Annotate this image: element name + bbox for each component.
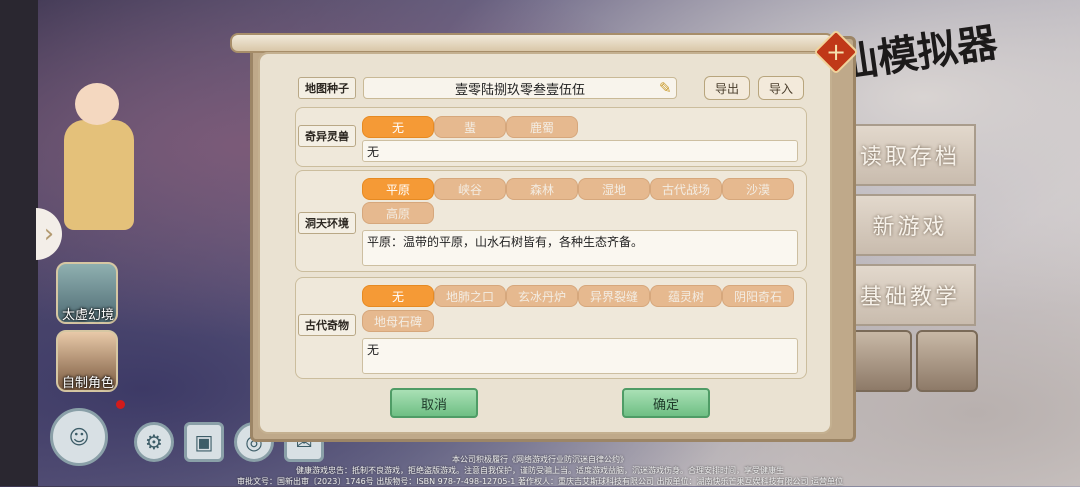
environment-option[interactable]: 沙漠 bbox=[722, 178, 794, 200]
relic-option[interactable]: 无 bbox=[362, 285, 434, 307]
new-game-button[interactable]: 新游戏 bbox=[844, 194, 976, 256]
notification-dot bbox=[116, 400, 125, 409]
relic-option[interactable]: 地母石碑 bbox=[362, 310, 434, 332]
footer-line: 审批文号：国新出审〔2023〕1746号 出版物号：ISBN 978-7-498… bbox=[236, 477, 844, 486]
map-seed-field[interactable]: 壹零陆捌玖零叁壹伍伍 bbox=[363, 77, 677, 99]
relic-option[interactable]: 阴阳奇石 bbox=[722, 285, 794, 307]
footer-legal: 本公司积极履行《网络游戏行业防沉迷自律公约》 健康游戏忠告：抵制不良游戏，拒绝盗… bbox=[180, 454, 900, 487]
temple-icon[interactable] bbox=[916, 330, 978, 392]
tutorial-button[interactable]: 基础教学 bbox=[844, 264, 976, 326]
side-item-label-realm: 太虚幻境 bbox=[61, 308, 114, 323]
character-face-art bbox=[75, 83, 119, 125]
cancel-button[interactable]: 取消 bbox=[390, 388, 478, 418]
settings-gear-icon[interactable]: ⚙ bbox=[134, 422, 174, 462]
beast-option[interactable]: 蜚 bbox=[434, 116, 506, 138]
environment-label: 洞天环境 bbox=[298, 212, 356, 234]
environment-option[interactable]: 平原 bbox=[362, 178, 434, 200]
left-edge bbox=[0, 0, 38, 486]
dialog-scroll-bar bbox=[230, 33, 834, 53]
beast-label: 奇异灵兽 bbox=[298, 125, 356, 147]
export-button[interactable]: 导出 bbox=[704, 76, 750, 100]
relic-description: 无 bbox=[362, 338, 798, 374]
environment-option[interactable]: 古代战场 bbox=[650, 178, 722, 200]
import-button[interactable]: 导入 bbox=[758, 76, 804, 100]
footer-line: 本公司积极履行《网络游戏行业防沉迷自律公约》 bbox=[452, 455, 628, 464]
relic-option[interactable]: 蕴灵树 bbox=[650, 285, 722, 307]
beast-option[interactable]: 无 bbox=[362, 116, 434, 138]
relic-label: 古代奇物 bbox=[298, 314, 356, 336]
environment-option[interactable]: 高原 bbox=[362, 202, 434, 224]
load-save-button[interactable]: 读取存档 bbox=[844, 124, 976, 186]
relic-option[interactable]: 玄冰丹炉 bbox=[506, 285, 578, 307]
edit-pencil-icon[interactable]: ✎ bbox=[659, 79, 672, 97]
environment-option[interactable]: 峡谷 bbox=[434, 178, 506, 200]
beast-option[interactable]: 鹿蜀 bbox=[506, 116, 578, 138]
environment-option[interactable]: 森林 bbox=[506, 178, 578, 200]
relic-option[interactable]: 异界裂缝 bbox=[578, 285, 650, 307]
relic-option[interactable]: 地肺之口 bbox=[434, 285, 506, 307]
character-robe-art bbox=[64, 120, 134, 230]
beast-description: 无 bbox=[362, 140, 798, 162]
avatar-icon[interactable]: ☺ bbox=[50, 408, 108, 466]
footer-line: 健康游戏忠告：抵制不良游戏，拒绝盗版游戏。注意自我保护，谨防受骗上当。适度游戏益… bbox=[296, 466, 784, 475]
mask-icon[interactable] bbox=[850, 330, 912, 392]
side-item-label-character: 自制角色 bbox=[61, 376, 114, 391]
environment-description: 平原：温带的平原，山水石树皆有，各种生态齐备。 bbox=[362, 230, 798, 266]
environment-option[interactable]: 湿地 bbox=[578, 178, 650, 200]
seed-label: 地图种子 bbox=[298, 77, 356, 99]
confirm-button[interactable]: 确定 bbox=[622, 388, 710, 418]
